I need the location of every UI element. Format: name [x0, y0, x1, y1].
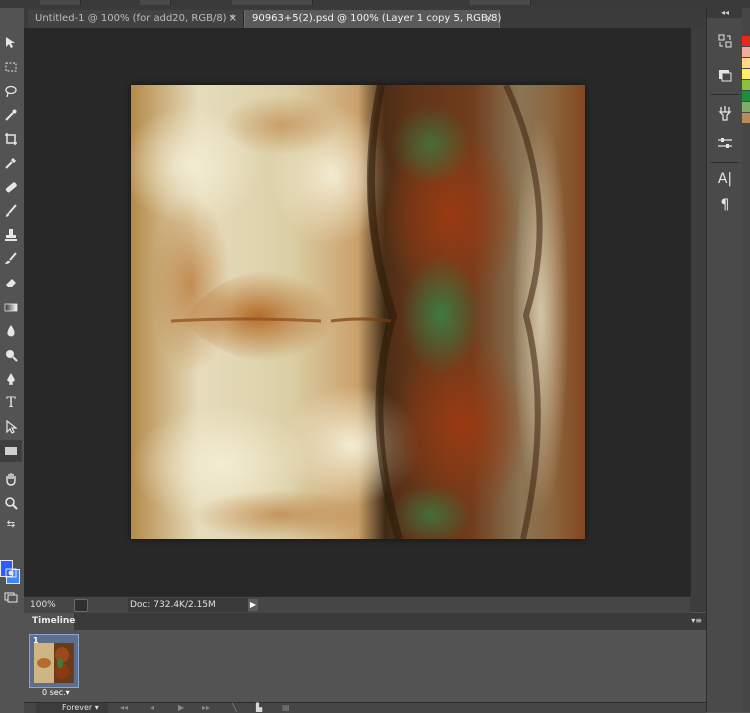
tab-timeline[interactable]: Timeline	[24, 613, 75, 630]
history-brush-icon[interactable]	[0, 248, 22, 270]
panel-menu-icon[interactable]: ▾≡	[691, 616, 702, 625]
status-bar: 100% Doc: 732.4K/2.15M ▶	[24, 596, 690, 613]
rectangle-icon[interactable]	[0, 440, 22, 462]
marquee-icon[interactable]	[0, 56, 22, 78]
vertical-scrollbar[interactable]	[690, 28, 707, 596]
canvas-image[interactable]	[121, 83, 585, 545]
paragraph-icon[interactable]: ¶	[711, 194, 739, 216]
swap-colors-icon[interactable]: ⇆	[0, 514, 22, 536]
color-swatch[interactable]	[742, 69, 750, 79]
dock-divider	[711, 94, 739, 95]
move-icon[interactable]	[0, 32, 22, 54]
quick-mask-icon[interactable]	[0, 562, 22, 584]
color-swatch[interactable]	[742, 80, 750, 90]
document-tab-untitled[interactable]: Untitled-1 @ 100% (for add20, RGB/8) * ×	[28, 10, 244, 28]
close-icon[interactable]: ×	[229, 10, 237, 28]
character-icon[interactable]: A|	[711, 168, 739, 190]
timeline-controls: Forever ▾ ◂◂ ◂ ▶ ▸▸ ╲ ▙ ▤	[24, 702, 706, 713]
scroll-corner	[690, 596, 706, 612]
color-swatch[interactable]	[742, 58, 750, 68]
options-bar-edge	[0, 0, 750, 8]
tab-label: Untitled-1 @ 100% (for add20, RGB/8) *	[35, 13, 235, 24]
color-swatch[interactable]	[742, 91, 750, 101]
timeline-panel: 1 0 sec.▾	[24, 630, 706, 702]
healing-brush-icon[interactable]	[0, 176, 22, 198]
crop-icon[interactable]	[0, 128, 22, 150]
history-icon[interactable]	[711, 30, 739, 52]
brush-presets-icon[interactable]	[711, 132, 739, 154]
animation-frame[interactable]: 1	[29, 634, 79, 688]
clone-stamp-icon[interactable]	[0, 224, 22, 246]
doc-size: Doc: 732.4K/2.15M	[130, 600, 216, 610]
tab-label: 90963+5(2).psd @ 100% (Layer 1 copy 5, R…	[252, 13, 502, 24]
lasso-icon[interactable]	[0, 80, 22, 102]
color-swatch[interactable]	[742, 47, 750, 57]
frame-delay-select[interactable]: 0 sec.▾	[42, 688, 70, 697]
quick-select-icon[interactable]	[0, 104, 22, 126]
color-swatch[interactable]	[742, 36, 750, 46]
type-tool-icon[interactable]: T	[0, 392, 22, 414]
color-swatch[interactable]	[742, 102, 750, 112]
document-tab-psd[interactable]: 90963+5(2).psd @ 100% (Layer 1 copy 5, R…	[244, 10, 502, 28]
hand-icon[interactable]	[0, 468, 22, 490]
dock-divider	[711, 162, 739, 163]
screen-mode-icon[interactable]	[0, 586, 22, 608]
options-bar-control[interactable]	[140, 0, 171, 5]
document-canvas-area[interactable]	[24, 28, 690, 596]
tool-presets-icon[interactable]	[711, 102, 739, 124]
path-select-icon[interactable]	[0, 416, 22, 438]
zoom-level[interactable]: 100%	[30, 600, 56, 610]
color-swatch[interactable]	[742, 113, 750, 123]
zoom-icon[interactable]	[0, 492, 22, 514]
status-menu-arrow-icon[interactable]: ▶	[248, 599, 258, 611]
options-bar-control[interactable]	[232, 0, 313, 5]
timeline-panel-header: Timeline ▾≡	[24, 613, 706, 631]
chevron-down-icon: ▾	[94, 703, 99, 712]
blur-icon[interactable]	[0, 320, 22, 342]
layer-comps-icon[interactable]	[711, 64, 739, 86]
gradient-icon[interactable]	[0, 296, 22, 318]
eraser-icon[interactable]	[0, 272, 22, 294]
options-bar-control[interactable]	[470, 0, 531, 5]
options-bar-control[interactable]	[40, 0, 81, 5]
close-icon[interactable]: ×	[485, 10, 493, 28]
panel-dock: ◂◂ A| ¶	[706, 8, 743, 712]
eyedropper-icon[interactable]	[0, 152, 22, 174]
frame-thumbnail	[34, 643, 74, 683]
pen-icon[interactable]	[0, 368, 22, 390]
tools-panel: T ⇆	[0, 28, 25, 712]
brush-icon[interactable]	[0, 200, 22, 222]
document-tab-bar: Untitled-1 @ 100% (for add20, RGB/8) * ×…	[24, 8, 706, 29]
status-info-icon[interactable]	[74, 599, 88, 612]
collapse-dock-icon[interactable]: ◂◂	[707, 8, 743, 18]
dodge-icon[interactable]	[0, 344, 22, 366]
loop-value: Forever	[62, 703, 93, 712]
